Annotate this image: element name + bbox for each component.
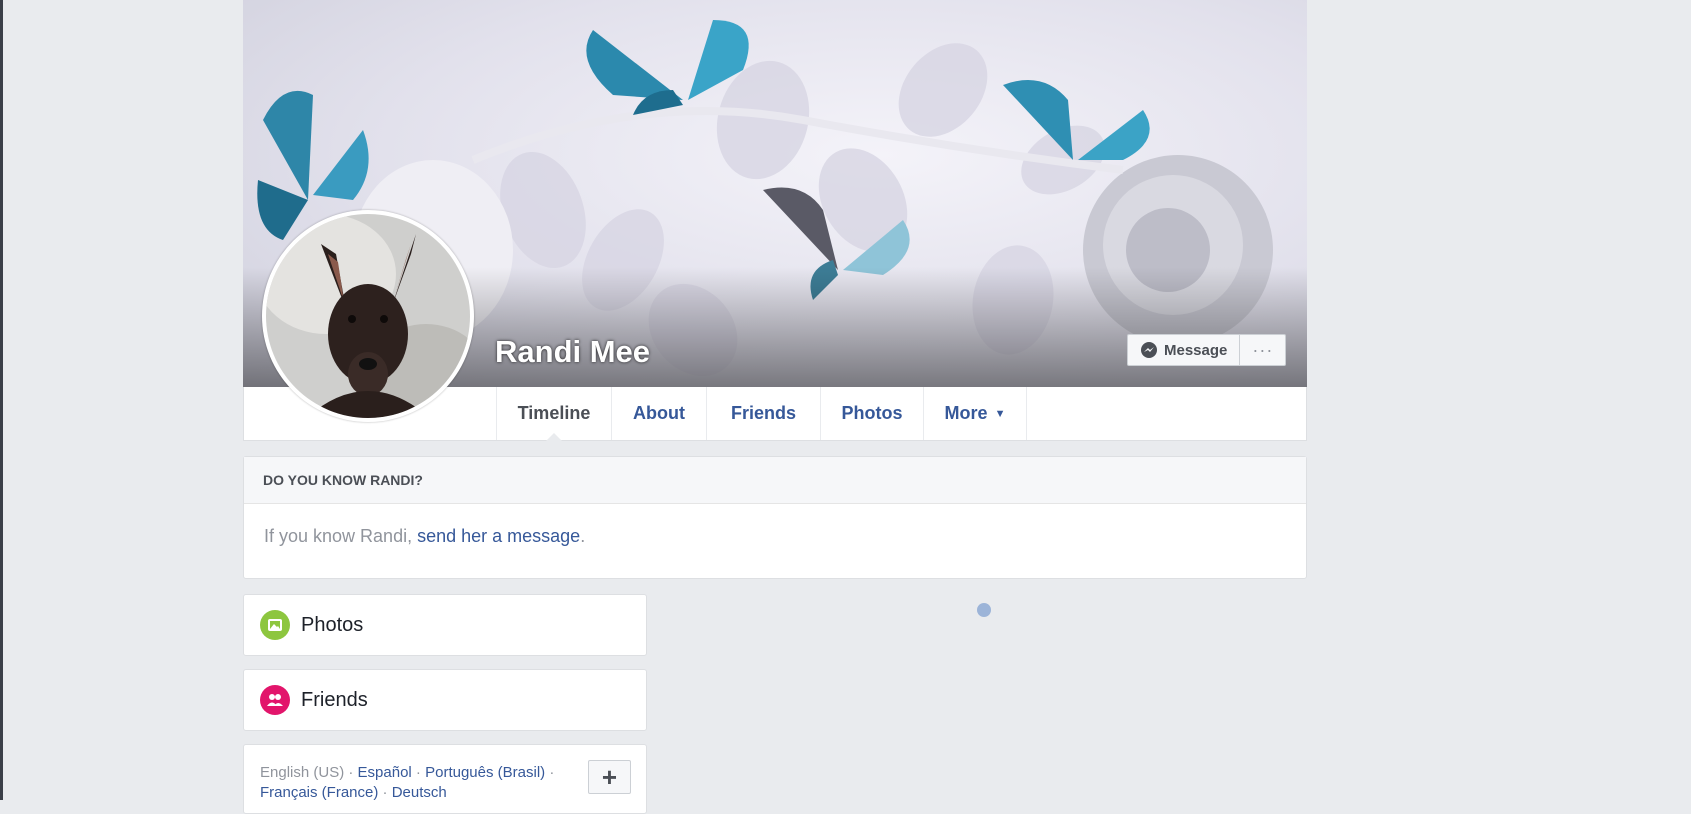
photos-card-label: Photos <box>301 613 364 636</box>
friends-icon <box>260 685 290 715</box>
window-edge <box>0 0 3 800</box>
tab-about[interactable]: About <box>611 387 706 440</box>
know-user-suffix: . <box>580 526 586 546</box>
tab-friends[interactable]: Friends <box>706 387 820 440</box>
photos-card[interactable]: Photos <box>243 594 647 656</box>
tab-label: Timeline <box>517 403 591 423</box>
know-user-card: DO YOU KNOW RANDI? If you know Randi, se… <box>243 456 1307 579</box>
dog-photo <box>266 214 470 418</box>
language-link[interactable]: Deutsch <box>392 784 447 801</box>
loading-indicator <box>977 603 991 617</box>
friends-card[interactable]: Friends <box>243 669 647 731</box>
language-link[interactable]: Português (Brasil) <box>425 764 545 781</box>
plus-icon: + <box>601 761 618 792</box>
language-list: English (US) · Español · Português (Bras… <box>260 763 570 803</box>
tab-label: More <box>944 403 988 423</box>
tab-list: Timeline About Friends Photos More ▼ <box>496 387 1027 441</box>
ellipsis-icon: ··· <box>1252 339 1274 360</box>
photos-icon <box>260 610 290 640</box>
messenger-icon <box>1141 342 1157 358</box>
tab-timeline[interactable]: Timeline <box>496 387 611 441</box>
current-language: English (US) <box>260 764 345 781</box>
friends-card-label: Friends <box>301 688 368 711</box>
separator: · <box>378 784 392 801</box>
tab-label: Photos <box>841 403 903 423</box>
tab-label: Friends <box>730 403 796 423</box>
tab-label: About <box>633 403 685 423</box>
cover-actions: Message ··· <box>1127 334 1287 366</box>
tab-photos[interactable]: Photos <box>820 387 923 440</box>
know-user-prefix: If you know Randi, <box>264 526 418 546</box>
caret-down-icon: ▼ <box>994 407 1006 420</box>
language-link[interactable]: Español <box>358 764 412 781</box>
know-user-text: If you know Randi, send her a message. <box>244 504 1306 547</box>
message-button[interactable]: Message <box>1127 334 1241 366</box>
profile-name[interactable]: Randi Mee <box>495 334 650 370</box>
message-label: Message <box>1164 341 1228 359</box>
know-user-heading: DO YOU KNOW RANDI? <box>244 457 1306 504</box>
more-options-button[interactable]: ··· <box>1240 334 1287 366</box>
tab-more[interactable]: More ▼ <box>923 387 1027 440</box>
profile-picture[interactable] <box>262 210 474 422</box>
language-card: English (US) · Español · Português (Bras… <box>243 744 647 814</box>
add-language-button[interactable]: + <box>588 760 631 794</box>
language-link[interactable]: Français (France) <box>260 784 378 801</box>
send-message-link[interactable]: send her a message <box>417 526 580 546</box>
separator: · <box>545 764 555 781</box>
separator: · <box>411 764 426 781</box>
separator: · <box>344 764 358 781</box>
